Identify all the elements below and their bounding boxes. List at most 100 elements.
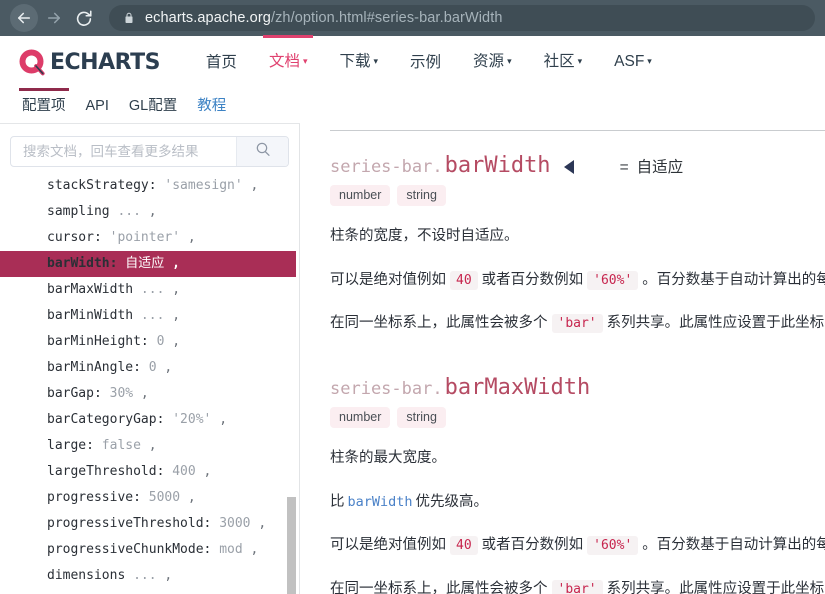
- tree-item-largeThreshold[interactable]: largeThreshold: 400 ,: [0, 459, 299, 485]
- tree-item-comma: ,: [156, 360, 173, 375]
- tree-item-comma: ,: [180, 490, 196, 505]
- tree-item-comma: ,: [156, 568, 173, 583]
- tab-api[interactable]: API: [76, 89, 119, 123]
- address-bar[interactable]: echarts.apache.org/zh/option.html#series…: [109, 5, 815, 31]
- tree-item-value: 5000: [140, 490, 181, 505]
- tree-item-barWidth[interactable]: barWidth: 自适应 ,: [0, 251, 296, 277]
- search-box[interactable]: [10, 136, 289, 167]
- nav-item-label: 示例: [410, 54, 442, 71]
- tree-item-key: barMaxWidth: [47, 282, 134, 297]
- echarts-logo[interactable]: ECHARTS: [18, 48, 160, 78]
- back-button[interactable]: [10, 4, 38, 32]
- doc-paragraph: 柱条的最大宽度。: [330, 447, 825, 469]
- paragraph-text: 柱条的宽度，不设时自适应。: [330, 228, 519, 245]
- tree-item-barGap[interactable]: barGap: 30% ,: [0, 381, 299, 407]
- sidebar-scrollbar[interactable]: [287, 497, 296, 594]
- nav-item-download[interactable]: 下载 ▾: [323, 35, 394, 90]
- tree-item-encode[interactable]: encode ... ,: [0, 589, 299, 594]
- property-name: barWidth: [444, 153, 551, 178]
- forward-button[interactable]: [40, 4, 68, 32]
- tree-item-key: dimensions: [47, 568, 126, 583]
- tree-item-progressive[interactable]: progressive: 5000 ,: [0, 485, 299, 511]
- chevron-down-icon: ▾: [373, 56, 379, 66]
- site-header: ECHARTS 首页 文档 ▾ 下载 ▾ 示例 资源 ▾ 社区 ▾ ASF ▾: [0, 35, 825, 90]
- section-divider: [330, 130, 825, 131]
- tree-item-dimensions[interactable]: dimensions ... ,: [0, 563, 299, 589]
- tree-item-comma: ,: [133, 386, 149, 401]
- tree-item-comma: ,: [164, 308, 181, 323]
- tree-item-comma: ,: [164, 282, 181, 297]
- nav-item-docs[interactable]: 文档 ▾: [253, 35, 324, 90]
- paragraph-text: 在同一坐标系上，此属性会被多个: [330, 315, 548, 332]
- tree-item-barMinHeight[interactable]: barMinHeight: 0 ,: [0, 329, 299, 355]
- inline-link-barwidth[interactable]: barWidth: [348, 494, 413, 510]
- tree-item-key: large:: [47, 438, 94, 453]
- tree-item-value: 400: [164, 464, 196, 479]
- url-path: /zh/option.html#series-bar.barWidth: [270, 10, 503, 26]
- nav-item-resources[interactable]: 资源 ▾: [457, 35, 528, 90]
- property-path: series-bar.: [330, 157, 443, 177]
- tab-gl-option[interactable]: GL配置: [119, 89, 187, 123]
- tree-item-key: barMinHeight:: [47, 334, 149, 349]
- tree-item-cursor[interactable]: cursor: 'pointer' ,: [0, 225, 299, 251]
- logo-wordmark: ECHARTS: [50, 50, 160, 75]
- tree-item-sampling[interactable]: sampling ... ,: [0, 199, 299, 225]
- nav-item-home[interactable]: 首页: [190, 36, 253, 89]
- browser-toolbar: echarts.apache.org/zh/option.html#series…: [0, 0, 825, 36]
- tree-item-comma: ,: [140, 204, 157, 219]
- tab-tutorial[interactable]: 教程: [187, 89, 236, 123]
- tree-item-value: 3000: [211, 516, 251, 531]
- nav-item-community[interactable]: 社区 ▾: [528, 35, 599, 90]
- nav-item-examples[interactable]: 示例: [394, 36, 457, 89]
- property-default-value: 自适应: [636, 159, 684, 176]
- paragraph-text: 可以是绝对值例如: [330, 271, 446, 288]
- doc-paragraph: 比 barWidth 优先级高。: [330, 491, 825, 513]
- tree-item-key: barWidth:: [47, 256, 118, 271]
- tree-item-progressiveThreshold[interactable]: progressiveThreshold: 3000 ,: [0, 511, 299, 537]
- tree-item-barMaxWidth[interactable]: barMaxWidth ... ,: [0, 277, 299, 303]
- tree-item-barCategoryGap[interactable]: barCategoryGap: '20%' ,: [0, 407, 299, 433]
- reload-button[interactable]: [70, 4, 98, 32]
- docs-subnav: 配置项 API GL配置 教程: [0, 88, 300, 124]
- tree-item-ellipsis: ...: [133, 308, 165, 323]
- search-button[interactable]: [236, 137, 288, 166]
- paragraph-text: 。百分数基于自动计算出的每一: [642, 537, 825, 554]
- tree-item-comma: ,: [180, 230, 196, 245]
- inline-code: 40: [450, 536, 478, 556]
- reload-icon: [75, 9, 93, 27]
- tree-item-key: sampling: [47, 204, 110, 219]
- tab-option[interactable]: 配置项: [12, 88, 76, 123]
- inline-code: '60%': [587, 536, 639, 556]
- tree-item-key: barMinWidth: [47, 308, 134, 323]
- doc-paragraph: 在同一坐标系上，此属性会被多个'bar' 系列共享。此属性应设置于此坐标系: [330, 578, 825, 594]
- tree-item-comma: ,: [164, 334, 181, 349]
- tree-item-value: 0: [140, 360, 157, 375]
- tab-label: GL配置: [128, 98, 178, 114]
- url-domain: echarts.apache.org: [145, 10, 271, 26]
- lock-icon: [123, 11, 135, 25]
- tree-item-value: 'pointer': [101, 230, 181, 245]
- search-input[interactable]: [11, 137, 236, 166]
- page-root: ECHARTS 首页 文档 ▾ 下载 ▾ 示例 资源 ▾ 社区 ▾ ASF ▾ 配置项 A…: [0, 35, 825, 594]
- type-badges: number string: [330, 185, 825, 207]
- inline-code: 'bar': [551, 314, 603, 334]
- tree-item-key: barMinAngle:: [47, 360, 141, 375]
- type-badges: number string: [330, 406, 825, 429]
- tree-item-value: mod: [211, 542, 243, 557]
- tree-item-large[interactable]: large: false ,: [0, 433, 299, 459]
- arrow-right-icon: [45, 9, 63, 27]
- tree-item-barMinAngle[interactable]: barMinAngle: 0 ,: [0, 355, 299, 381]
- tree-item-barMinWidth[interactable]: barMinWidth ... ,: [0, 303, 299, 329]
- url-text: echarts.apache.org/zh/option.html#series…: [145, 10, 503, 26]
- tree-item-key: progressiveChunkMode:: [47, 542, 212, 557]
- doc-paragraph: 可以是绝对值例如 40 或者百分数例如 '60%' 。百分数基于自动计算出的每一: [330, 269, 825, 291]
- nav-item-asf[interactable]: ASF ▾: [598, 35, 668, 90]
- doc-paragraph: 在同一坐标系上，此属性会被多个'bar' 系列共享。此属性应设置于此坐标系: [330, 312, 825, 334]
- tree-item-progressiveChunkMode[interactable]: progressiveChunkMode: mod ,: [0, 537, 299, 563]
- inline-code: 40: [450, 270, 478, 290]
- type-badge: number: [330, 185, 391, 207]
- tree-item-stackStrategy[interactable]: stackStrategy: 'samesign' ,: [0, 173, 299, 199]
- paragraph-text: 比: [330, 493, 345, 510]
- collapse-left-triangle-icon[interactable]: [563, 160, 574, 174]
